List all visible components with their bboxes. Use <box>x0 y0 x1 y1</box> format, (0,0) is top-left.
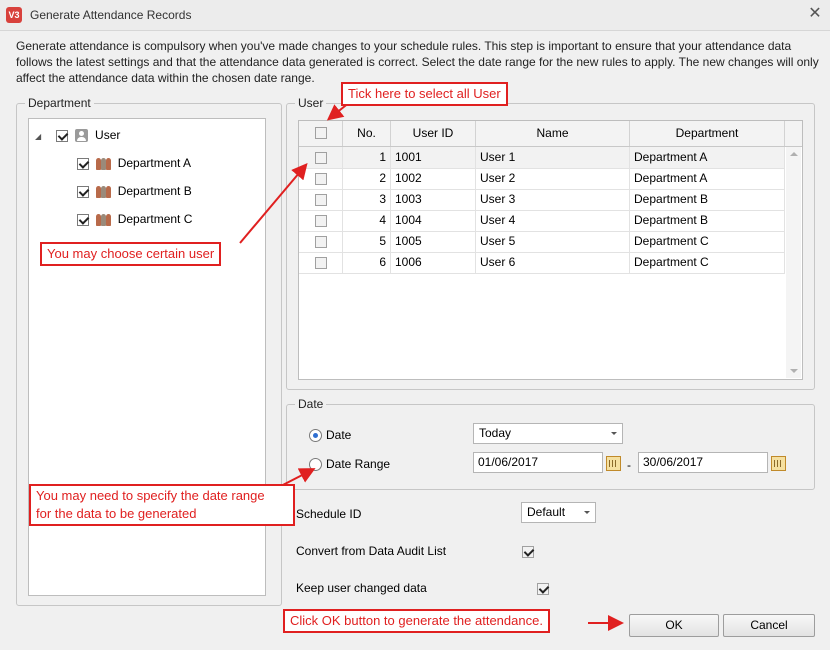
annotation-choose-user: You may choose certain user <box>40 242 222 266</box>
annotation-date-range-line1: You may need to specify the date range <box>36 488 265 503</box>
annotation-ok: Click OK button to generate the attendan… <box>283 609 550 633</box>
arrow-choose-user <box>239 162 308 244</box>
annotation-date-range: You may need to specify the date range f… <box>29 484 295 526</box>
annotation-date-range-line2: for the data to be generated <box>36 506 197 521</box>
annotation-select-all: Tick here to select all User <box>341 82 508 106</box>
